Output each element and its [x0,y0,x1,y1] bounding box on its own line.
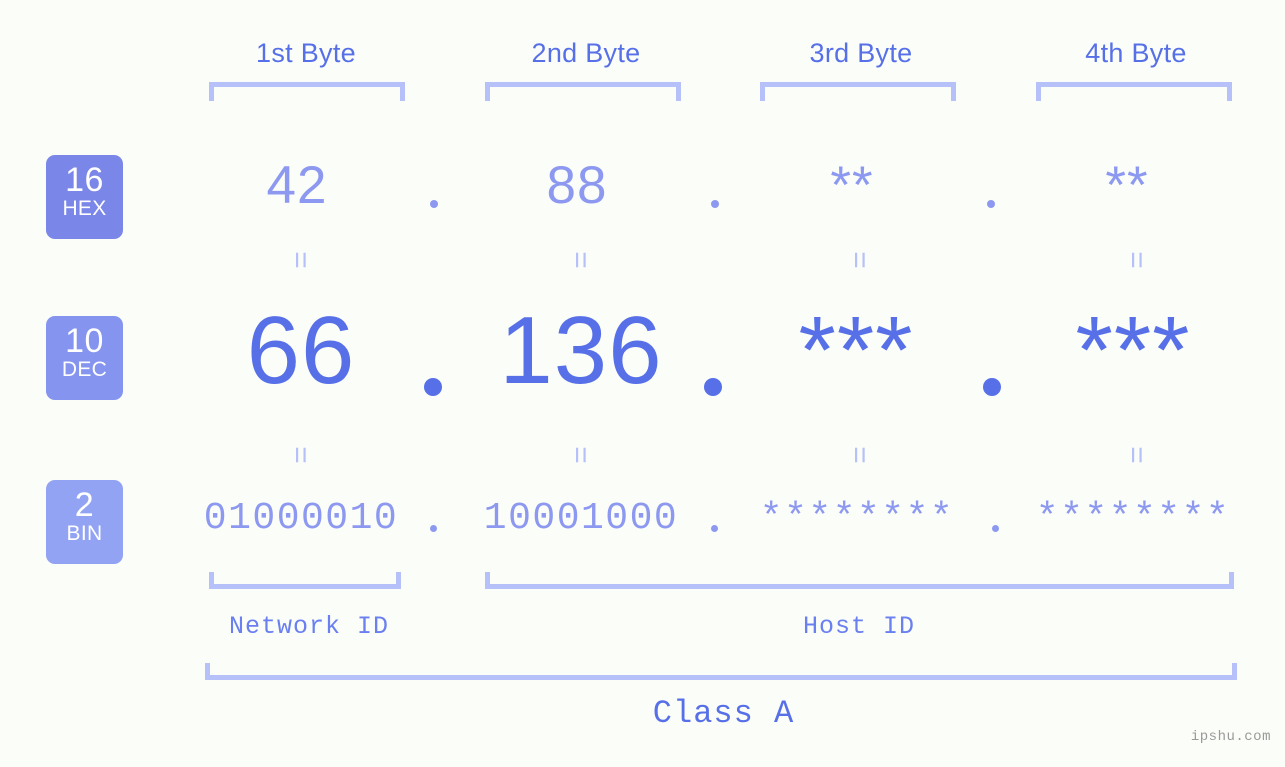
bin-value-byte-3: ******** [759,497,955,540]
byte-bracket-top-3 [760,82,956,101]
hex-separator-dot-3 [987,200,995,208]
equals-sign-dec-bin-3: = [843,446,876,464]
site-watermark: ipshu.com [1190,729,1271,745]
base-badge-hex-number: 16 [65,161,104,199]
equals-sign-dec-bin-2: = [564,446,597,464]
network-id-label: Network ID [228,612,390,641]
byte-header-1: 1st Byte [256,38,356,68]
base-badge-bin-number: 2 [74,486,95,524]
byte-header-3: 3rd Byte [809,38,913,68]
hex-value-byte-1: 42 [266,156,328,215]
byte-header-4: 4th Byte [1085,38,1187,68]
dec-value-byte-4: *** [1075,297,1191,404]
equals-sign-hex-dec-4: = [1120,251,1153,269]
hex-value-byte-3: ** [830,156,874,215]
hex-value-byte-2: 88 [546,156,608,215]
byte-bracket-top-4 [1036,82,1232,101]
ip-address-breakdown-diagram: 1st Byte 2nd Byte 3rd Byte 4th Byte 16 H… [0,0,1285,767]
network-id-bracket [209,572,401,589]
bin-value-byte-1: 01000010 [203,497,399,540]
base-badge-hex[interactable]: 16 HEX [46,155,123,239]
host-id-label: Host ID [802,612,916,641]
equals-sign-hex-dec-2: = [564,251,597,269]
equals-sign-hex-dec-1: = [284,251,317,269]
equals-sign-dec-bin-1: = [284,446,317,464]
dec-value-byte-3: *** [798,297,914,404]
class-label: Class A [652,695,795,732]
dec-separator-dot-3 [983,378,1001,396]
bin-separator-dot-2 [711,525,718,532]
hex-separator-dot-1 [430,200,438,208]
base-badge-dec-abbr: DEC [61,358,108,381]
byte-bracket-top-1 [209,82,405,101]
base-badge-dec[interactable]: 10 DEC [46,316,123,400]
dec-value-byte-1: 66 [246,297,356,404]
host-id-bracket [485,572,1234,589]
hex-value-byte-4: ** [1105,156,1149,215]
bin-value-byte-4: ******** [1035,497,1231,540]
bin-separator-dot-3 [992,525,999,532]
dec-separator-dot-2 [704,378,722,396]
equals-sign-hex-dec-3: = [843,251,876,269]
hex-separator-dot-2 [711,200,719,208]
bin-separator-dot-1 [430,525,437,532]
dec-value-byte-2: 136 [499,297,663,404]
byte-header-2: 2nd Byte [531,38,641,68]
base-badge-dec-number: 10 [65,322,104,360]
base-badge-bin[interactable]: 2 BIN [46,480,123,564]
bin-value-byte-2: 10001000 [483,497,679,540]
base-badge-bin-abbr: BIN [66,522,103,545]
byte-bracket-top-2 [485,82,681,101]
base-badge-hex-abbr: HEX [62,197,107,220]
dec-separator-dot-1 [424,378,442,396]
equals-sign-dec-bin-4: = [1120,446,1153,464]
class-bracket [205,663,1237,680]
